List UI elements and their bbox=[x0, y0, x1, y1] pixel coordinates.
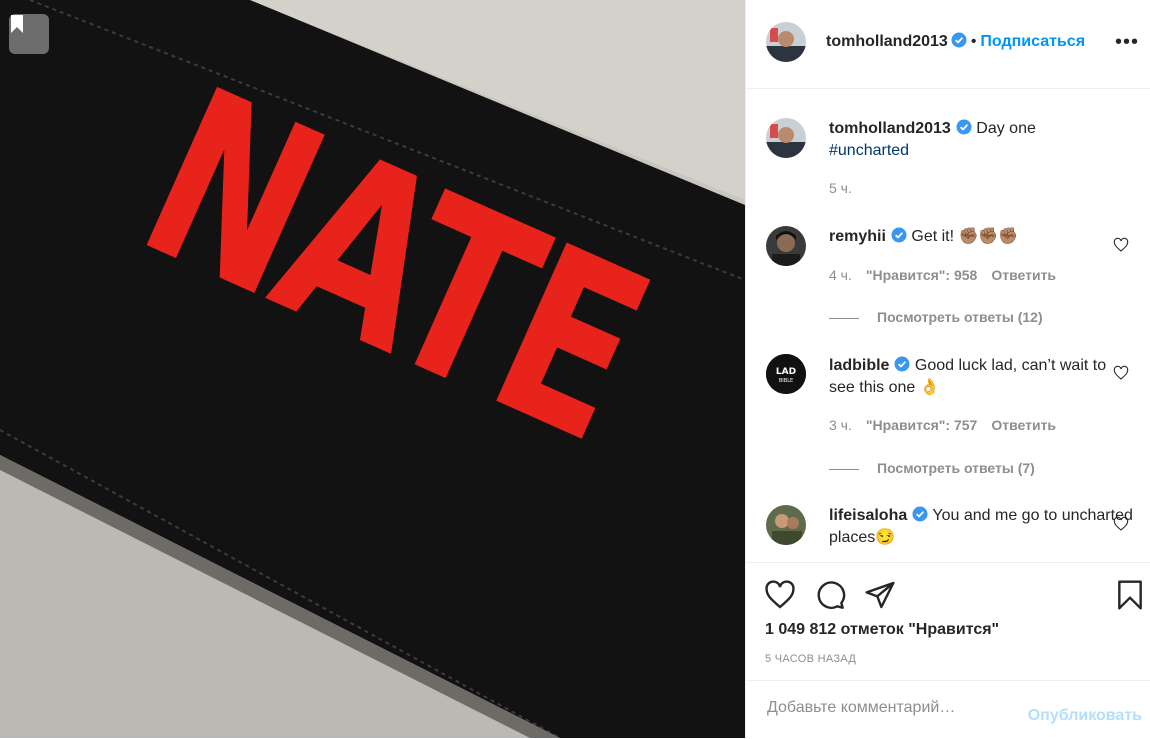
share-paper-plane-icon[interactable] bbox=[864, 579, 896, 611]
comment-age: 4 ч. bbox=[829, 267, 852, 283]
reply-button[interactable]: Ответить bbox=[991, 417, 1056, 433]
ok-hand-emoji: 👌 bbox=[919, 379, 940, 396]
comment-item: lifeisaloha You and me go to uncharted p… bbox=[829, 505, 1134, 549]
comment-likes[interactable]: "Нравится": 757 bbox=[866, 417, 977, 433]
ladbible-logo-subtext: BIBLE bbox=[779, 378, 793, 384]
collection-button[interactable] bbox=[9, 14, 49, 54]
post-timestamp: 5 ЧАСОВ НАЗАД bbox=[765, 653, 857, 665]
separator-dot: • bbox=[970, 33, 977, 50]
bookmark-icon bbox=[11, 15, 23, 33]
comment-text: Get it! bbox=[911, 228, 959, 245]
caption-username[interactable]: tomholland2013 bbox=[829, 120, 951, 137]
like-comment-heart-icon[interactable] bbox=[1113, 237, 1129, 253]
verified-icon bbox=[912, 506, 928, 522]
comment-item: remyhii Get it! ✊🏽✊🏽✊🏽 bbox=[829, 226, 1134, 248]
commenter-avatar[interactable]: LAD BIBLE bbox=[766, 354, 806, 394]
like-comment-heart-icon[interactable] bbox=[1113, 516, 1129, 532]
view-replies-button[interactable]: Посмотреть ответы (12) bbox=[829, 309, 1043, 325]
caption-avatar[interactable] bbox=[766, 118, 806, 158]
like-comment-heart-icon[interactable] bbox=[1113, 365, 1129, 381]
commenter-avatar[interactable] bbox=[766, 226, 806, 266]
smirk-emoji: 😏 bbox=[875, 529, 896, 546]
commenter-username[interactable]: ladbible bbox=[829, 357, 889, 374]
reply-button[interactable]: Ответить bbox=[991, 267, 1056, 283]
comment-meta: 4 ч. "Нравится": 958 Ответить bbox=[829, 267, 1070, 283]
author-avatar[interactable] bbox=[766, 22, 806, 62]
comment-bubble-icon[interactable] bbox=[814, 579, 846, 611]
comment-likes[interactable]: "Нравится": 958 bbox=[866, 267, 977, 283]
ladbible-logo-text: LAD bbox=[776, 367, 796, 377]
like-heart-icon[interactable] bbox=[764, 579, 796, 611]
comment-input[interactable] bbox=[765, 698, 1019, 718]
commenter-avatar[interactable] bbox=[766, 505, 806, 545]
caption-text: Day one bbox=[976, 120, 1036, 137]
comment-meta: 3 ч. "Нравится": 757 Ответить bbox=[829, 417, 1070, 433]
caption-age: 5 ч. bbox=[829, 180, 852, 196]
hashtag-link[interactable]: #uncharted bbox=[829, 142, 909, 159]
comment-age: 3 ч. bbox=[829, 417, 852, 433]
comment-composer: Опубликовать bbox=[746, 680, 1150, 739]
commenter-username[interactable]: remyhii bbox=[829, 228, 886, 245]
more-options-icon[interactable]: ••• bbox=[1115, 32, 1139, 52]
verified-icon bbox=[891, 227, 907, 243]
follow-button[interactable]: Подписаться bbox=[980, 33, 1085, 50]
verified-icon bbox=[956, 119, 972, 135]
post-side-panel: tomholland2013 • Подписаться ••• tomhollan… bbox=[745, 0, 1150, 738]
verified-icon bbox=[951, 32, 967, 48]
publish-button[interactable]: Опубликовать bbox=[1028, 707, 1142, 725]
director-chair-photo: NATE bbox=[0, 0, 745, 738]
save-bookmark-icon[interactable] bbox=[1114, 579, 1146, 611]
post-actions: 1 049 812 отметок "Нравится" 5 ЧАСОВ НАЗ… bbox=[746, 562, 1150, 681]
verified-icon bbox=[894, 356, 910, 372]
caption: tomholland2013 Day one #uncharted bbox=[829, 118, 1134, 162]
author-username[interactable]: tomholland2013 bbox=[826, 33, 948, 50]
likes-count[interactable]: 1 049 812 отметок "Нравится" bbox=[765, 621, 999, 639]
view-replies-button[interactable]: Посмотреть ответы (7) bbox=[829, 460, 1035, 476]
comment-item: ladbible Good luck lad, can’t wait to se… bbox=[829, 355, 1134, 399]
fist-emoji: ✊🏽✊🏽✊🏽 bbox=[958, 228, 1019, 245]
commenter-username[interactable]: lifeisaloha bbox=[829, 507, 907, 524]
post-image[interactable]: NATE bbox=[0, 0, 745, 738]
comments-list: tomholland2013 Day one #uncharted 5 ч. r… bbox=[746, 89, 1150, 562]
post-header: tomholland2013 • Подписаться ••• bbox=[746, 0, 1150, 89]
